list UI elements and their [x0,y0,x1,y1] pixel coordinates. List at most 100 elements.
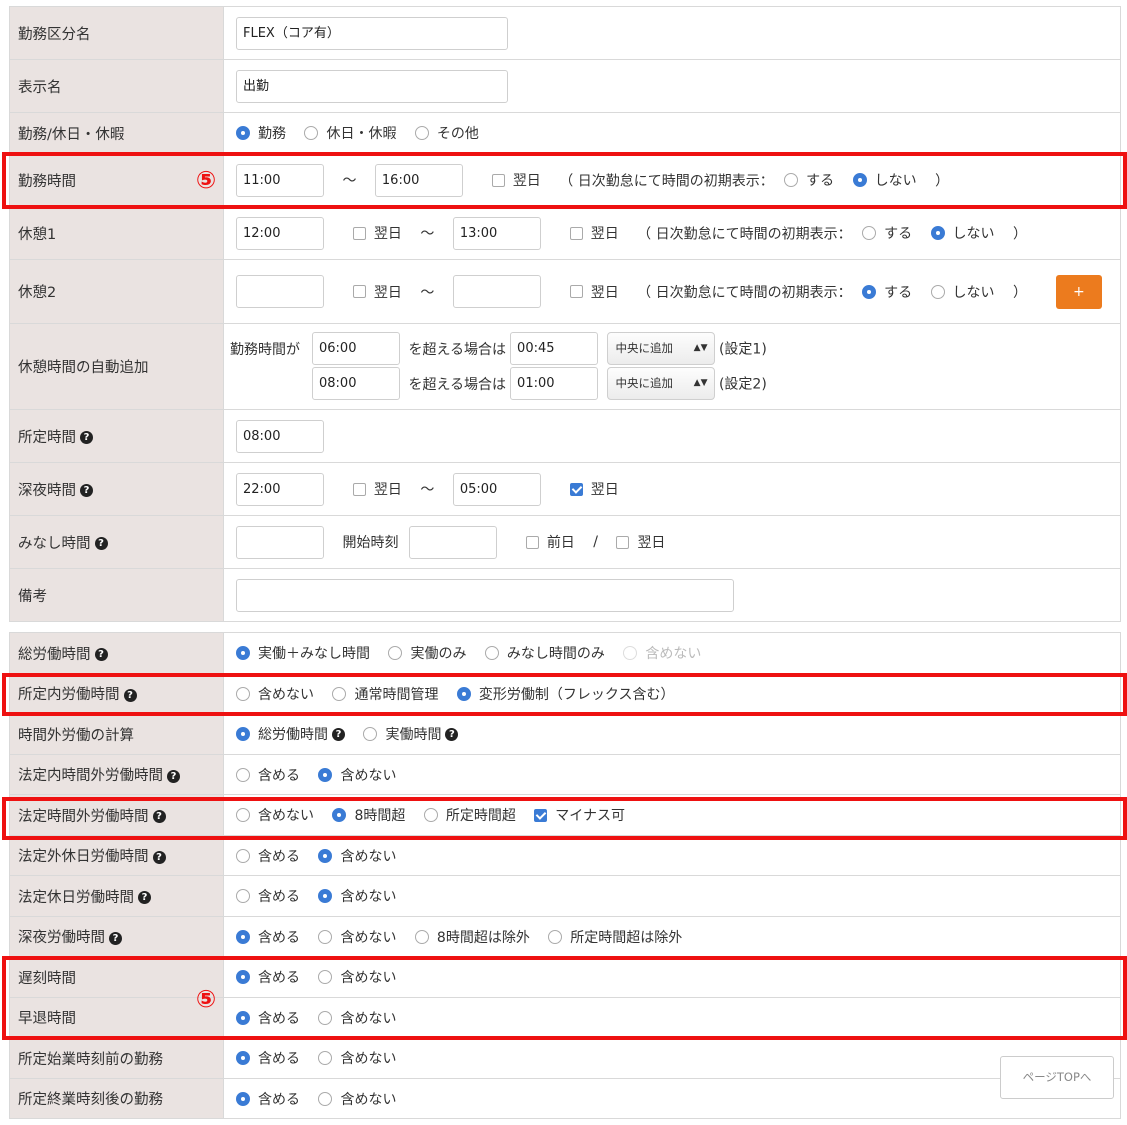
radio-include[interactable] [236,970,250,984]
opt-label: 含める [258,767,300,784]
help-icon[interactable]: ? [109,931,122,945]
radio-include[interactable] [236,848,250,863]
kinmu-kubun-input[interactable]: FLEX（コア有） [236,16,508,50]
previous-day-checkbox[interactable] [525,535,539,549]
label-kyukei2: 休憩2 [9,259,224,324]
radio-sonota[interactable] [414,126,429,140]
label-shinya-rodo: 深夜労働時間? [9,916,224,957]
radio-exclude[interactable] [318,889,333,903]
break1-start-input[interactable]: 12:00 [236,216,324,250]
display-name-input[interactable]: 出勤 [236,69,508,103]
break2-end-input[interactable] [452,275,541,308]
radio-kyujitsu[interactable] [304,126,319,140]
auto-break-2-input[interactable]: 01:00 [510,367,599,400]
radio-exclude[interactable] [236,808,250,822]
help-icon[interactable]: ? [80,431,93,444]
radio-kinmu[interactable] [236,126,250,140]
radio-actual-labor[interactable] [363,727,378,741]
radio-include[interactable] [236,929,250,944]
label-text: 法定時間外労働時間 [18,808,149,825]
break2-start-input[interactable] [236,275,324,308]
shotei-input[interactable]: 08:00 [236,419,324,453]
radio-deemed-only[interactable] [484,646,499,660]
radio-exclude[interactable] [318,970,333,984]
minus-allowed-checkbox[interactable] [534,808,548,822]
label-shotei: 所定時間? [9,409,224,463]
night-start-next-day-checkbox[interactable] [352,482,366,496]
radio-exclude[interactable] [318,767,333,782]
radio-actual-plus-deemed[interactable] [236,646,250,660]
radio-work-display-yes[interactable] [784,173,799,187]
minashi-input[interactable] [236,525,324,559]
next-day-label: 翌日 [373,226,402,242]
radio-exclude-over-shotei[interactable] [548,929,563,944]
auto-work-2-input[interactable]: 08:00 [312,367,400,400]
radio-normal-time[interactable] [332,686,347,701]
break1-end-next-day-checkbox[interactable] [569,226,583,240]
select-arrows-icon: ▲▼ [693,343,708,353]
label-jikangai-keisan: 時間外労働の計算 [9,713,224,755]
radio-break1-display-yes[interactable] [862,226,877,240]
break2-start-next-day-checkbox[interactable] [352,285,366,298]
label-kinmu-kyujitsu: 勤務/休日・休暇 [9,112,224,154]
radio-total-labor[interactable] [236,727,250,741]
add-break-button[interactable]: + [1055,274,1102,309]
radio-break2-display-no[interactable] [930,284,945,299]
radio-variable-labor[interactable] [456,686,471,701]
radio-break1-display-no[interactable] [930,226,945,240]
radio-include[interactable] [236,889,250,903]
biko-input[interactable] [236,578,734,612]
radio-include[interactable] [236,767,250,782]
help-icon[interactable]: ? [94,648,108,661]
help-icon[interactable]: ? [94,537,108,550]
radio-exclude[interactable] [318,1010,333,1025]
help-icon[interactable]: ? [152,850,166,864]
next-day-label: 翌日 [512,173,541,189]
help-icon[interactable]: ? [167,769,180,783]
night-end-input[interactable]: 05:00 [452,472,541,506]
radio-exclude[interactable] [318,1091,333,1106]
break1-end-input[interactable]: 13:00 [452,216,541,250]
help-icon[interactable]: ? [445,727,459,741]
auto-break-1-input[interactable]: 00:45 [510,332,599,365]
night-start-input[interactable]: 22:00 [236,472,324,506]
radio-include[interactable] [236,1010,250,1025]
radio-exclude[interactable] [318,929,333,944]
radio-break2-display-yes[interactable] [862,284,877,299]
radio-exclude[interactable] [318,1051,333,1065]
help-icon[interactable]: ? [80,484,93,497]
help-icon[interactable]: ? [152,810,166,823]
radio-include[interactable] [236,1051,250,1065]
page-top-button[interactable]: ページTOPへ [1000,1056,1114,1099]
radio-exclude[interactable] [318,848,333,863]
radio-include[interactable] [236,1091,250,1106]
initial-display-label: （ 日次勤怠にて時間の初期表示： [559,173,774,189]
radio-over-shotei[interactable] [423,808,438,822]
minashi-start-input[interactable] [408,525,497,559]
auto-work-1-input[interactable]: 06:00 [312,332,400,365]
help-icon[interactable]: ? [138,891,151,904]
auto-position-1-select[interactable]: 中央に追加 ▲▼ [606,332,715,365]
radio-exclude-over-8h[interactable] [414,929,429,944]
radio-shoteinai-exclude[interactable] [236,686,250,701]
radio-actual-only[interactable] [388,646,403,660]
radio-work-display-no[interactable] [852,173,867,187]
work-next-day-checkbox[interactable] [491,173,505,187]
minashi-next-day-checkbox[interactable] [616,535,630,549]
opt-label: 含めない [340,1051,397,1067]
next-day-label: 翌日 [637,535,666,551]
break2-end-next-day-checkbox[interactable] [569,285,583,298]
help-icon[interactable]: ? [332,727,345,741]
opt-label: 実働時間 [385,727,442,743]
help-icon[interactable]: ? [123,688,137,702]
break1-start-next-day-checkbox[interactable] [352,226,366,240]
night-end-next-day-checkbox[interactable] [569,482,583,496]
opt-label: 含める [258,1091,300,1108]
auto-position-2-select[interactable]: 中央に追加 ▲▼ [606,367,715,400]
work-start-input[interactable]: 11:00 [236,163,324,197]
start-time-label: 開始時刻 [342,535,399,551]
radio-over-8h[interactable] [332,808,347,822]
label-hoteinai-jikangai: 法定内時間外労働時間? [9,754,224,795]
work-end-input[interactable]: 16:00 [374,163,463,197]
paren-close: ） [935,173,950,189]
